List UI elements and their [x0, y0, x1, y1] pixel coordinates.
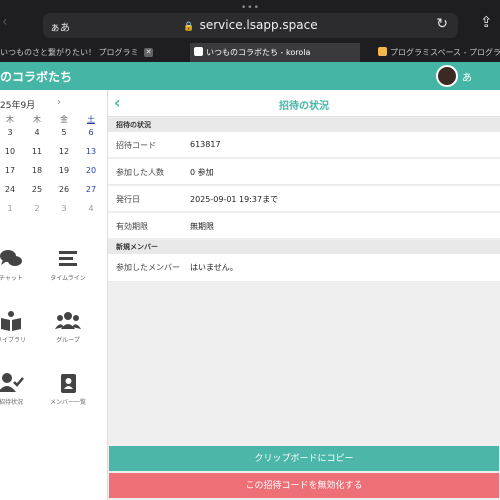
calendar-day[interactable]: 6: [79, 128, 103, 137]
calendar-grid: 木 木 金 土 3 4 5 6 10 11 12 13 17 18 19 20 …: [0, 114, 108, 223]
info-row: 参加した人数 0 参加: [108, 159, 500, 185]
joined-count: 0 参加: [190, 168, 214, 177]
app-title: のコラボたち: [0, 70, 73, 84]
info-row: 有効期限 無期限: [108, 213, 500, 239]
user-name[interactable]: あ: [462, 69, 472, 84]
calendar-day[interactable]: 2: [25, 204, 49, 213]
calendar-day[interactable]: 4: [79, 204, 103, 213]
url-display: 🔒 service.lsapp.space: [43, 18, 458, 32]
row-label: 有効期限: [116, 222, 148, 231]
browser-chrome: ••• ‹ 🔒 service.lsapp.space ↻ ぁあ いつものさと繋が…: [0, 0, 500, 62]
lock-icon: 🔒: [183, 22, 195, 32]
calendar-day[interactable]: 1: [0, 204, 22, 213]
menu-label: 招待状況: [0, 399, 23, 406]
calendar-next-icon[interactable]: ›: [57, 97, 61, 108]
tab-label: いつものコラボたち - korola: [206, 48, 311, 57]
menu-label: チャット: [0, 275, 23, 282]
timeline-icon: [59, 251, 77, 266]
app-header: のコラボたち あ: [0, 62, 500, 90]
address-book-icon: [61, 374, 76, 393]
chat-icon: [0, 250, 22, 266]
calendar-day[interactable]: 13: [79, 147, 103, 156]
expiry: 無期限: [190, 222, 214, 231]
tab-1[interactable]: いつものさと繋がりたい！ プログラミ: [0, 43, 140, 62]
library-icon: [1, 311, 21, 331]
tab-bar: いつものさと繋がりたい！ プログラミ ✕ いつものコラボたち - korola …: [0, 43, 500, 62]
calendar-day[interactable]: 18: [25, 166, 49, 175]
calendar-day[interactable]: 27: [79, 185, 103, 194]
calendar-day[interactable]: 12: [52, 147, 76, 156]
window-handle-icon[interactable]: •••: [241, 3, 260, 13]
weekday-label: 土: [87, 115, 95, 124]
tab-close-icon[interactable]: ✕: [144, 48, 153, 57]
menu-label: タイムライン: [50, 275, 86, 282]
copy-to-clipboard-button[interactable]: クリップボードにコピー: [109, 446, 499, 471]
menu-member-list[interactable]: メンバー一覧: [43, 372, 93, 406]
menu-label: ライブラリ: [0, 337, 26, 344]
user-check-icon: [0, 373, 24, 392]
weekday-label: 木: [33, 115, 41, 124]
weekday-label: 木: [6, 115, 14, 124]
calendar-day[interactable]: 20: [79, 166, 103, 175]
reload-icon[interactable]: ↻: [436, 16, 448, 32]
favicon-icon: [378, 47, 387, 56]
info-row: 招待コード 613817: [108, 132, 500, 158]
avatar[interactable]: [436, 65, 458, 87]
section-heading: 招待の状況: [108, 118, 500, 132]
issue-date: 2025-09-01 19:37まで: [190, 195, 279, 204]
group-icon: [55, 312, 81, 329]
section-heading: 新規メンバー: [108, 240, 500, 254]
calendar-day[interactable]: 26: [52, 185, 76, 194]
weekday-label: 金: [60, 115, 68, 124]
menu-label: メンバー一覧: [49, 399, 86, 406]
info-row: 参加したメンバー はいません。: [108, 254, 500, 282]
tab-2[interactable]: いつものコラボたち - korola: [190, 43, 360, 62]
calendar-day[interactable]: 4: [25, 128, 49, 137]
row-label: 招待コード: [116, 141, 156, 150]
browser-back-icon[interactable]: ‹: [2, 14, 8, 30]
disable-invite-code-button[interactable]: この招待コードを無効化する: [109, 473, 499, 498]
calendar-day[interactable]: 25: [25, 185, 49, 194]
invite-code: 613817: [190, 140, 221, 149]
sidebar: 25年9月 › 木 木 金 土 3 4 5 6 10 11 12 13 17 1…: [0, 90, 108, 500]
menu-timeline[interactable]: タイムライン: [43, 248, 93, 282]
menu-invite-status[interactable]: 招待状況: [0, 372, 36, 406]
calendar-day[interactable]: 24: [0, 185, 22, 194]
favicon-icon: [194, 47, 203, 56]
share-icon[interactable]: ⇪: [480, 13, 493, 31]
row-label: 参加した人数: [116, 168, 164, 177]
page-title: 招待の状況: [279, 101, 329, 112]
row-label: 参加したメンバー: [116, 263, 180, 272]
address-bar[interactable]: 🔒 service.lsapp.space ↻: [43, 13, 458, 38]
menu-group[interactable]: グループ: [43, 310, 93, 344]
calendar-day[interactable]: 11: [25, 147, 49, 156]
row-label: 発行日: [116, 195, 140, 204]
calendar-day[interactable]: 10: [0, 147, 22, 156]
page-header: ‹ 招待の状況: [108, 90, 500, 117]
url-text: service.lsapp.space: [199, 18, 318, 32]
tab-label: いつものさと繋がりたい！ プログラミ: [0, 48, 139, 57]
calendar-day[interactable]: 5: [52, 128, 76, 137]
reader-mode-button[interactable]: ぁあ: [50, 19, 70, 34]
main-panel: ‹ 招待の状況 招待の状況 招待コード 613817 参加した人数 0 参加 発…: [108, 90, 500, 500]
tab-3[interactable]: プログラミスペース - プログラミング: [378, 43, 500, 62]
calendar-day[interactable]: 19: [52, 166, 76, 175]
menu-label: グループ: [56, 337, 80, 344]
tab-label: プログラミスペース - プログラミング: [390, 48, 500, 57]
calendar-month: 25年9月: [0, 101, 36, 111]
calendar-day[interactable]: 3: [52, 204, 76, 213]
menu-library[interactable]: ライブラリ: [0, 310, 36, 344]
member-status: はいません。: [190, 263, 238, 272]
menu-chat[interactable]: チャット: [0, 248, 36, 282]
calendar-day[interactable]: 3: [0, 128, 22, 137]
info-row: 発行日 2025-09-01 19:37まで: [108, 186, 500, 212]
calendar-day[interactable]: 17: [0, 166, 22, 175]
